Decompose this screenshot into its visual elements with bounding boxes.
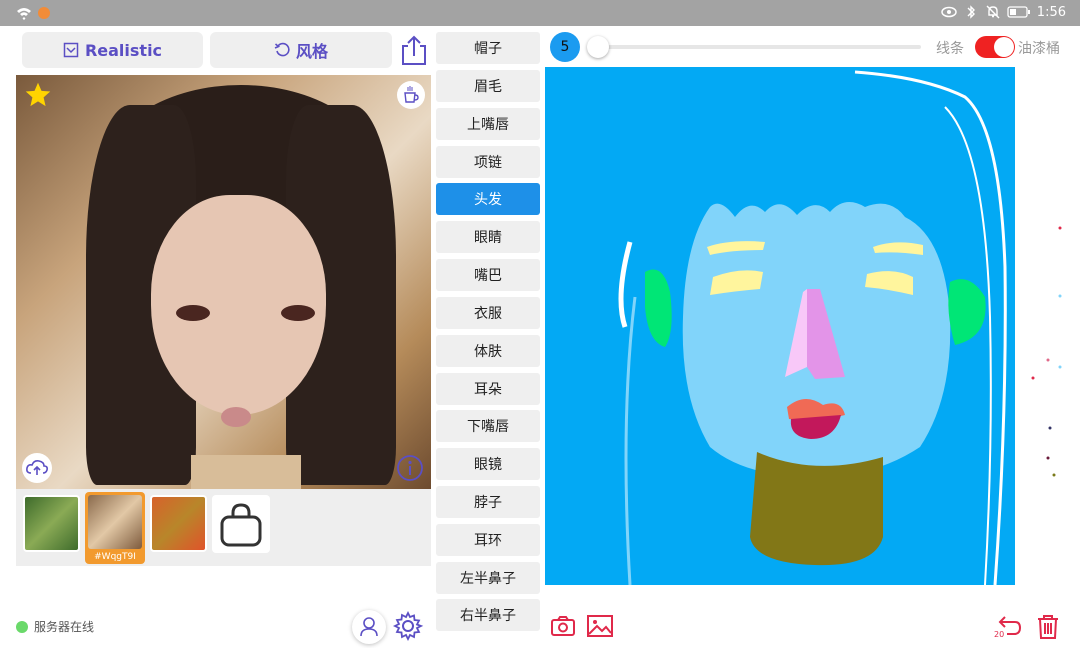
realistic-label: Realistic <box>84 40 163 60</box>
right-ear-region <box>948 279 986 345</box>
thumbnail-image <box>88 495 142 549</box>
thumbnail-strip: #WqgT9I <box>16 489 431 566</box>
undo-count: 20 <box>994 630 1005 639</box>
eye-icon <box>941 6 957 18</box>
trash-icon[interactable] <box>1034 612 1062 640</box>
star-icon[interactable] <box>24 81 52 109</box>
coffee-cup-icon[interactable] <box>397 81 425 109</box>
style-thumbnail[interactable] <box>150 495 207 552</box>
brush-size-slider-track[interactable] <box>598 45 921 49</box>
palette-dot[interactable] <box>1046 358 1050 362</box>
gear-icon[interactable] <box>392 610 424 642</box>
notification-icon <box>38 7 50 19</box>
photo-eye-left <box>176 305 210 321</box>
category-item[interactable]: 耳环 <box>436 524 540 556</box>
palette-dot[interactable] <box>1048 426 1052 430</box>
photo-eye-right <box>281 305 315 321</box>
style-label: 风格 <box>295 42 328 61</box>
color-palette-dots <box>1031 226 1062 477</box>
category-item[interactable]: 眼镜 <box>436 448 540 480</box>
line-mode-label: 线条 <box>936 41 964 57</box>
rotate-icon <box>274 42 290 57</box>
style-thumbnail[interactable] <box>23 495 80 552</box>
user-icon <box>360 617 378 637</box>
store-bag-button[interactable] <box>212 495 270 553</box>
status-time: 1:56 <box>1036 4 1066 20</box>
category-item[interactable]: 项链 <box>436 146 540 178</box>
brush-size-badge: 5 <box>550 32 580 62</box>
category-item[interactable]: 体肤 <box>436 335 540 367</box>
category-item[interactable]: 上嘴唇 <box>436 108 540 140</box>
server-status: 服务器在线 <box>16 618 94 635</box>
category-item[interactable]: 下嘴唇 <box>436 410 540 442</box>
palette-dot[interactable] <box>1031 376 1035 380</box>
hair-outline <box>618 241 633 328</box>
toggle-knob <box>994 37 1014 57</box>
category-item[interactable]: 眼睛 <box>436 221 540 253</box>
segmentation-drawing <box>618 70 1007 585</box>
left-ear-region <box>645 269 672 347</box>
palette-dot[interactable] <box>1058 365 1062 369</box>
category-item-selected[interactable]: 头发 <box>436 183 540 215</box>
drawing-canvas[interactable] <box>545 67 1015 585</box>
neck-region <box>750 452 883 566</box>
image-frame-icon <box>63 42 79 58</box>
server-status-text: 服务器在线 <box>34 620 95 634</box>
photo-lips <box>221 407 251 427</box>
user-button[interactable] <box>352 610 386 644</box>
realistic-button[interactable]: Realistic <box>22 32 203 68</box>
status-bar: 1:56 <box>0 0 1080 26</box>
category-item[interactable]: 眉毛 <box>436 70 540 102</box>
gallery-icon[interactable] <box>586 612 614 640</box>
style-thumbnail-selected[interactable]: #WqgT9I <box>85 492 145 564</box>
share-icon[interactable] <box>398 34 430 66</box>
generated-photo <box>16 75 431 489</box>
category-item[interactable]: 脖子 <box>436 486 540 518</box>
palette-dot[interactable] <box>1058 226 1062 230</box>
thumbnail-tag: #WqgT9I <box>94 552 136 562</box>
cloud-upload-icon[interactable] <box>22 453 52 483</box>
bluetooth-icon <box>967 5 975 19</box>
battery-icon <box>1007 6 1030 18</box>
wifi-icon <box>17 8 31 20</box>
category-item[interactable]: 嘴巴 <box>436 259 540 291</box>
category-item[interactable]: 左半鼻子 <box>436 562 540 594</box>
palette-dot[interactable] <box>1058 294 1062 298</box>
fill-mode-toggle[interactable] <box>975 36 1015 58</box>
category-item[interactable]: 耳朵 <box>436 373 540 405</box>
shopping-bag-icon <box>220 503 262 547</box>
bucket-mode-label: 油漆桶 <box>1018 41 1060 57</box>
palette-dot[interactable] <box>1046 456 1050 460</box>
category-list: 帽子 眉毛 上嘴唇 项链 头发 眼睛 嘴巴 衣服 体肤 耳朵 下嘴唇 眼镜 脖子… <box>436 32 541 644</box>
mute-icon <box>986 5 1000 19</box>
category-item[interactable]: 右半鼻子 <box>436 599 540 631</box>
category-item[interactable]: 帽子 <box>436 32 540 64</box>
info-icon[interactable] <box>395 453 425 483</box>
category-item[interactable]: 衣服 <box>436 297 540 329</box>
hair-outline <box>624 296 637 585</box>
style-button[interactable]: 风格 <box>210 32 392 68</box>
camera-icon[interactable] <box>549 612 577 640</box>
hair-outline <box>944 106 992 585</box>
palette-dot[interactable] <box>1052 473 1056 477</box>
photo-neck <box>191 455 301 489</box>
online-dot-icon <box>16 620 28 633</box>
brush-size-slider-thumb[interactable] <box>587 36 609 58</box>
